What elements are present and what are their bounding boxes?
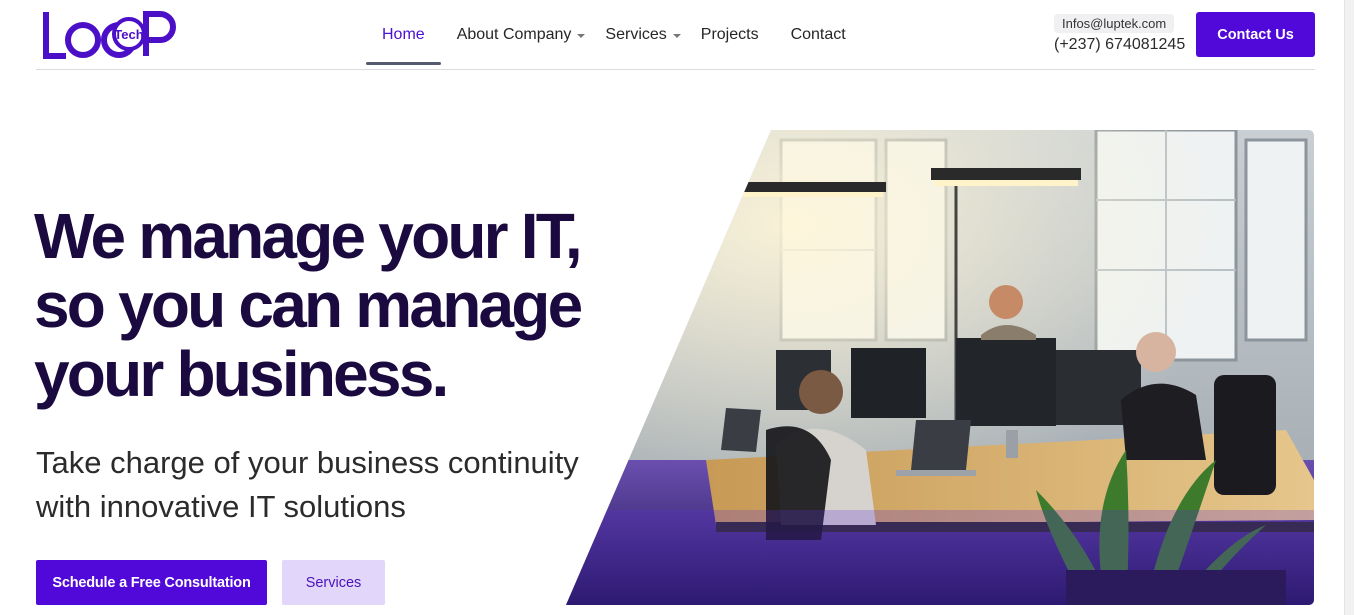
site-header: Tech Home About Company Services Project… — [36, 0, 1315, 70]
nav-about-company[interactable]: About Company — [441, 0, 596, 70]
page-scrollbar[interactable] — [1344, 0, 1354, 615]
hero-title-line: We manage your IT, — [34, 200, 583, 272]
nav-projects[interactable]: Projects — [691, 0, 775, 70]
email-link[interactable]: Infos@luptek.com — [1054, 14, 1175, 33]
nav-projects-label: Projects — [700, 26, 759, 43]
nav-about-label: About Company — [456, 26, 572, 43]
contact-us-button[interactable]: Contact Us — [1196, 12, 1315, 57]
hero-subtitle-line: Take charge of your business continuity — [36, 445, 579, 480]
schedule-consultation-button[interactable]: Schedule a Free Consultation — [36, 560, 267, 605]
nav-home-label: Home — [382, 26, 425, 43]
hero-title-line: your business. — [34, 338, 449, 410]
chevron-down-icon — [577, 34, 586, 38]
nav-contact[interactable]: Contact — [775, 0, 862, 70]
phone-number[interactable]: (+237) 674081245 — [1054, 36, 1185, 54]
main-nav: Home About Company Services Projects Con… — [366, 0, 862, 70]
chevron-down-icon — [672, 34, 681, 38]
logo-badge-text: Tech — [114, 27, 143, 42]
hero-office-image — [566, 130, 1314, 605]
services-button[interactable]: Services — [282, 560, 385, 605]
nav-contact-label: Contact — [790, 26, 846, 43]
nav-services[interactable]: Services — [595, 0, 690, 70]
hero-subtitle-line: with innovative IT solutions — [36, 489, 406, 524]
hero-subtitle: Take charge of your business continuity … — [36, 441, 636, 529]
loop-tech-logo[interactable]: Tech — [40, 8, 190, 62]
hero-title-line: so you can manage — [34, 269, 583, 341]
nav-services-label: Services — [605, 26, 667, 43]
nav-home[interactable]: Home — [366, 0, 441, 70]
header-contact-info: Infos@luptek.com (+237) 674081245 — [1054, 14, 1185, 54]
